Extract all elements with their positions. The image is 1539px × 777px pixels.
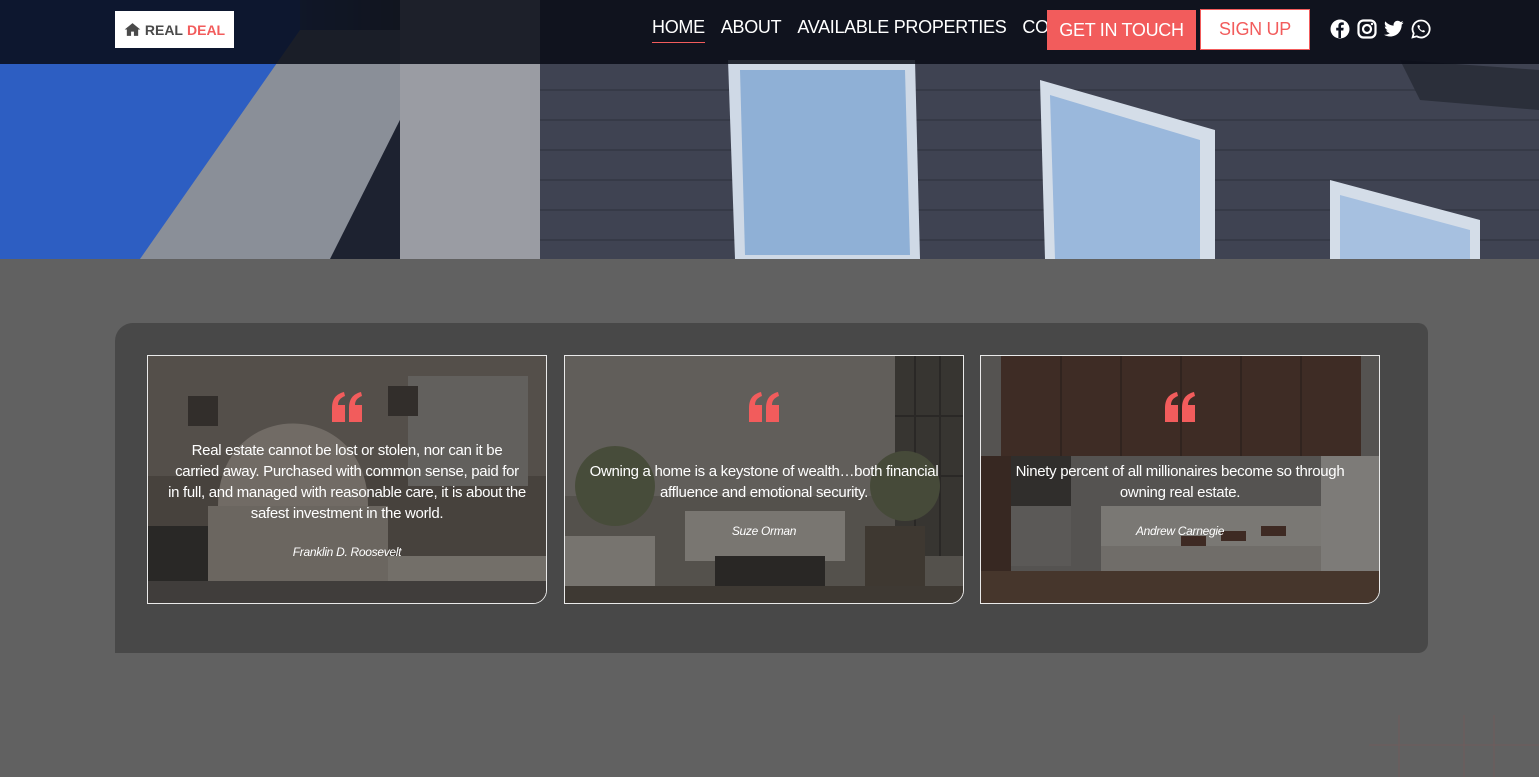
nav-link-home[interactable]: HOME (652, 17, 705, 43)
sign-up-button[interactable]: SIGN UP (1200, 9, 1310, 50)
decorative-grid (1369, 715, 1539, 777)
quote-text: Ninety percent of all millionaires becom… (1015, 463, 1345, 501)
brand-logo[interactable]: REAL DEAL (115, 11, 234, 48)
quote-icon (1165, 392, 1195, 422)
testimonials-panel: Real estate cannot be lost or stolen, no… (115, 323, 1428, 653)
quote-content: Owning a home is a keystone of wealth…bo… (565, 356, 963, 603)
quote-author: Suze Orman (731, 524, 797, 538)
twitter-icon[interactable] (1384, 19, 1404, 39)
nav-link-available-properties[interactable]: AVAILABLE PROPERTIES (797, 17, 1006, 41)
brand-word-deal: DEAL (187, 21, 226, 38)
social-links (1330, 19, 1431, 39)
quote-text: Real estate cannot be lost or stolen, no… (168, 442, 526, 522)
quote-card: Ninety percent of all millionaires becom… (980, 355, 1380, 604)
whatsapp-icon[interactable] (1411, 19, 1431, 39)
quote-icon (332, 392, 362, 422)
quote-author: Andrew Carnegie (1135, 524, 1225, 538)
quote-icon (749, 392, 779, 422)
nav-link-about[interactable]: ABOUT (721, 17, 782, 41)
quote-card: Real estate cannot be lost or stolen, no… (147, 355, 547, 604)
quote-content: Real estate cannot be lost or stolen, no… (148, 356, 546, 603)
quote-author: Franklin D. Roosevelt (292, 545, 402, 559)
facebook-icon[interactable] (1330, 19, 1350, 39)
brand-word-real: REAL (144, 21, 183, 38)
instagram-icon[interactable] (1357, 19, 1377, 39)
quote-card: Owning a home is a keystone of wealth…bo… (564, 355, 964, 604)
home-icon (124, 23, 141, 36)
get-in-touch-button[interactable]: GET IN TOUCH (1047, 10, 1196, 50)
quote-text: Owning a home is a keystone of wealth…bo… (589, 463, 939, 501)
top-navbar: REAL DEAL HOME ABOUT AVAILABLE PROPERTIE… (0, 0, 1539, 64)
nav-menu: HOME ABOUT AVAILABLE PROPERTIES CONTACT (652, 0, 1106, 58)
quote-content: Ninety percent of all millionaires becom… (981, 356, 1379, 603)
